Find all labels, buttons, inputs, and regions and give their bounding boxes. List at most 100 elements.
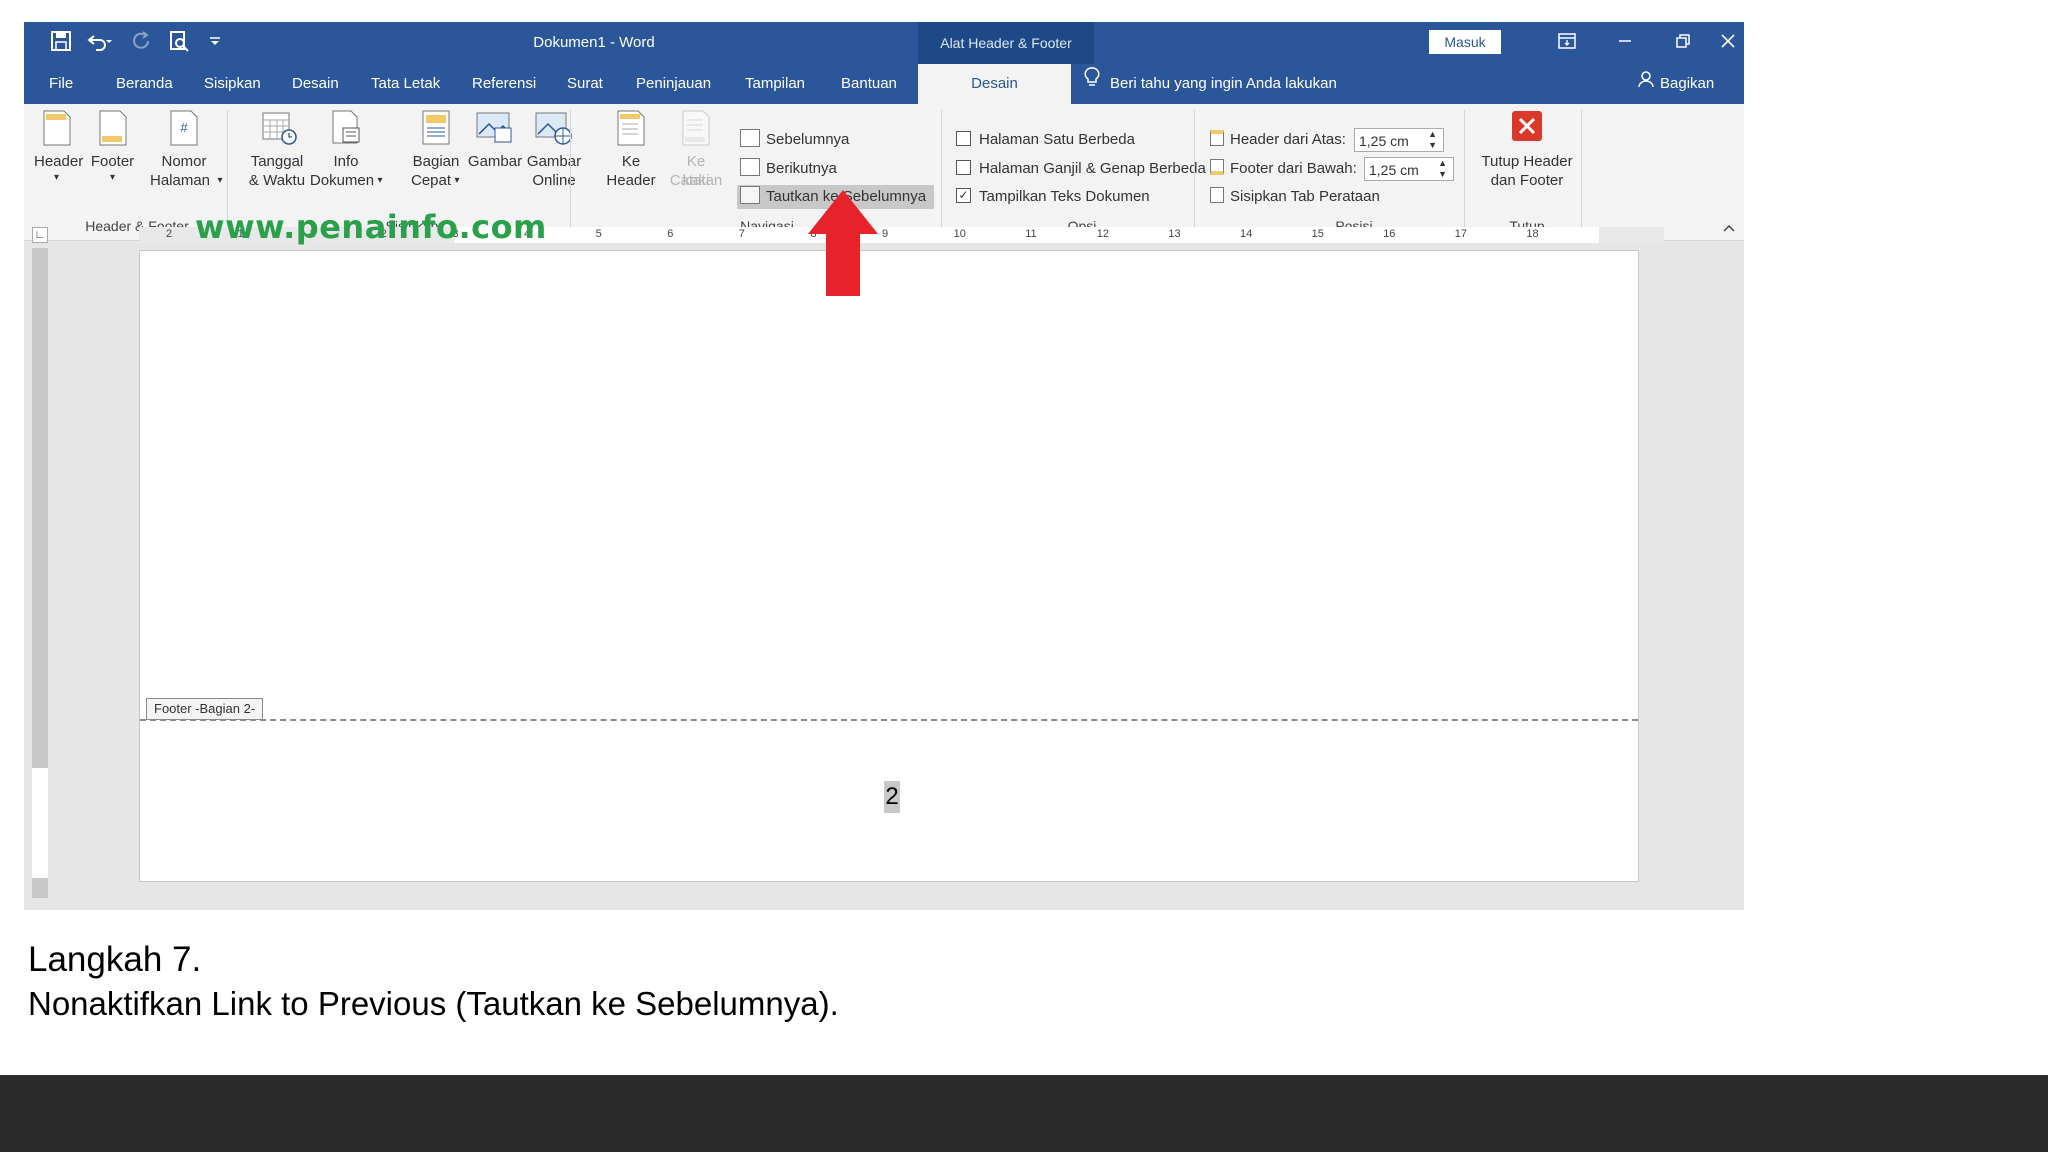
ribbon-display-options-icon[interactable] [1538,22,1596,64]
tab-beranda[interactable]: Beranda [116,64,173,104]
different-first-page-checkbox[interactable] [956,130,971,146]
ruler-number: 15 [1311,228,1324,240]
page-number-label-2: Halaman [149,172,211,189]
footer-from-bottom-value: 1,25 cm [1369,162,1419,178]
step-title: Langkah 7. [28,940,202,979]
quick-parts-label-1: Bagian [412,153,460,170]
spin-up-down-icon[interactable]: ▲ ▼ [1438,158,1447,180]
document-info-icon [332,110,360,144]
tell-me-box[interactable]: Beri tahu yang ingin Anda lakukan [1084,64,1337,104]
ruler-number: 5 [595,228,602,240]
pictures-button[interactable]: Gambar [467,108,523,194]
insert-alignment-tab-button[interactable]: Sisipkan Tab Perataan [1210,185,1380,209]
customize-qat-icon[interactable] [202,30,228,56]
quick-parts-button[interactable]: Bagian Cepat ▾ [408,108,464,194]
tab-tata-letak[interactable]: Tata Letak [371,64,440,104]
next-button[interactable]: Berikutnya [740,157,843,181]
show-document-text-label: Tampilkan Teks Dokumen [979,188,1150,205]
redo-icon[interactable] [128,30,154,56]
different-first-page-label: Halaman Satu Berbeda [979,131,1135,148]
minimize-icon[interactable] [1596,22,1654,64]
close-header-footer-button[interactable]: Tutup Header dan Footer [1468,108,1586,194]
show-document-text-checkbox[interactable]: ✓ [956,187,971,203]
alignment-tab-icon [1210,187,1224,204]
different-odd-even-label: Halaman Ganjil & Genap Berbeda [979,160,1206,177]
online-picture-icon [535,112,572,145]
document-info-button[interactable]: Info Dokumen ▾ [307,108,385,194]
previous-button[interactable]: Sebelumnya [740,128,855,152]
tab-bantuan[interactable]: Bantuan [841,64,897,104]
next-section-icon [740,158,760,177]
tab-referensi[interactable]: Referensi [472,64,536,104]
date-time-label-2: & Waktu [248,172,306,189]
tab-peninjauan[interactable]: Peninjauan [636,64,711,104]
ruler-number: 18 [1526,228,1539,240]
different-first-page-option[interactable]: Halaman Satu Berbeda [956,128,1135,152]
footer-section-tag: Footer -Bagian 2- [146,698,264,720]
tab-desain[interactable]: Desain [292,64,339,104]
go-to-header-label-1: Ke [621,153,641,170]
sign-in-button[interactable]: Masuk [1429,30,1501,54]
ruler-number: 2 [166,228,173,240]
close-header-footer-label-1: Tutup Header [1481,153,1573,170]
header-from-top-label-row: Header dari Atas: [1210,128,1346,152]
footer-from-bottom-input[interactable]: 1,25 cm ▲ ▼ [1364,157,1454,181]
undo-icon[interactable] [86,30,112,56]
tab-selector-icon[interactable]: ∟ [32,227,48,243]
document-page[interactable]: Footer -Bagian 2- 2 [139,250,1639,882]
tab-header-footer-desain[interactable]: Desain [918,64,1071,104]
show-document-text-option[interactable]: ✓ Tampilkan Teks Dokumen [956,185,1150,209]
insert-alignment-tab-label: Sisipkan Tab Perataan [1230,188,1380,205]
tab-sisipkan[interactable]: Sisipkan [204,64,261,104]
pictures-label: Gambar [467,153,523,170]
share-button[interactable]: Bagikan [1638,64,1714,104]
footer-from-bottom-label-row: Footer dari Bawah: [1210,157,1357,181]
go-to-header-icon [617,110,645,146]
page-number-field[interactable]: 2 [884,781,900,813]
different-odd-even-option[interactable]: Halaman Ganjil & Genap Berbeda [956,157,1206,181]
ruler-number: 17 [1454,228,1468,240]
svg-text:#: # [180,120,188,135]
print-preview-icon[interactable] [166,30,192,56]
group-separator [1464,110,1465,230]
picture-icon [476,112,512,143]
online-pictures-label-2: Online [532,172,576,189]
tab-file[interactable]: File [49,64,73,104]
header-from-top-input[interactable]: 1,25 cm ▲ ▼ [1354,128,1444,152]
different-odd-even-checkbox[interactable] [956,159,971,175]
ruler-number: 9 [882,228,889,240]
footer-position-icon [1210,159,1224,176]
share-label: Bagikan [1660,75,1715,92]
ruler-number: 10 [953,228,966,240]
go-to-header-button[interactable]: Ke Header [602,108,660,194]
close-header-footer-label-2: dan Footer [1490,172,1564,189]
bottom-bar [0,1075,2048,1152]
footer-button[interactable]: Footer ▾ [90,108,135,194]
ruler-number: 11 [1025,228,1037,240]
page-number-button[interactable]: # Nomor Halaman ▾ [142,108,226,194]
close-window-icon[interactable] [1712,22,1744,64]
online-pictures-button[interactable]: Gambar Online [524,108,584,194]
group-separator [1581,110,1582,230]
tab-tampilan[interactable]: Tampilan [745,64,805,104]
restore-icon[interactable] [1654,22,1712,64]
tab-surat[interactable]: Surat [567,64,603,104]
group-separator [941,110,942,230]
save-icon[interactable] [48,30,74,56]
date-time-label-1: Tanggal [250,153,304,170]
header-position-icon [1210,130,1224,147]
title-bar: Dokumen1 - Word Alat Header & Footer Mas… [24,22,1744,64]
ribbon-tab-row: File Beranda Sisipkan Desain Tata Letak … [24,64,1744,104]
date-time-button[interactable]: Tanggal & Waktu [240,108,314,194]
group-separator [570,110,571,230]
link-icon [740,186,760,205]
spin-up-down-icon[interactable]: ▲ ▼ [1428,129,1437,151]
header-button[interactable]: Header ▾ [34,108,83,194]
close-header-footer-icon [1512,111,1542,141]
collapse-ribbon-icon[interactable] [1722,220,1736,236]
vertical-ruler[interactable] [32,248,48,898]
header-from-top-label: Header dari Atas: [1230,131,1346,148]
ruler-number: 13 [1168,228,1181,240]
group-separator [1194,110,1195,230]
header-from-top-value: 1,25 cm [1359,133,1409,149]
